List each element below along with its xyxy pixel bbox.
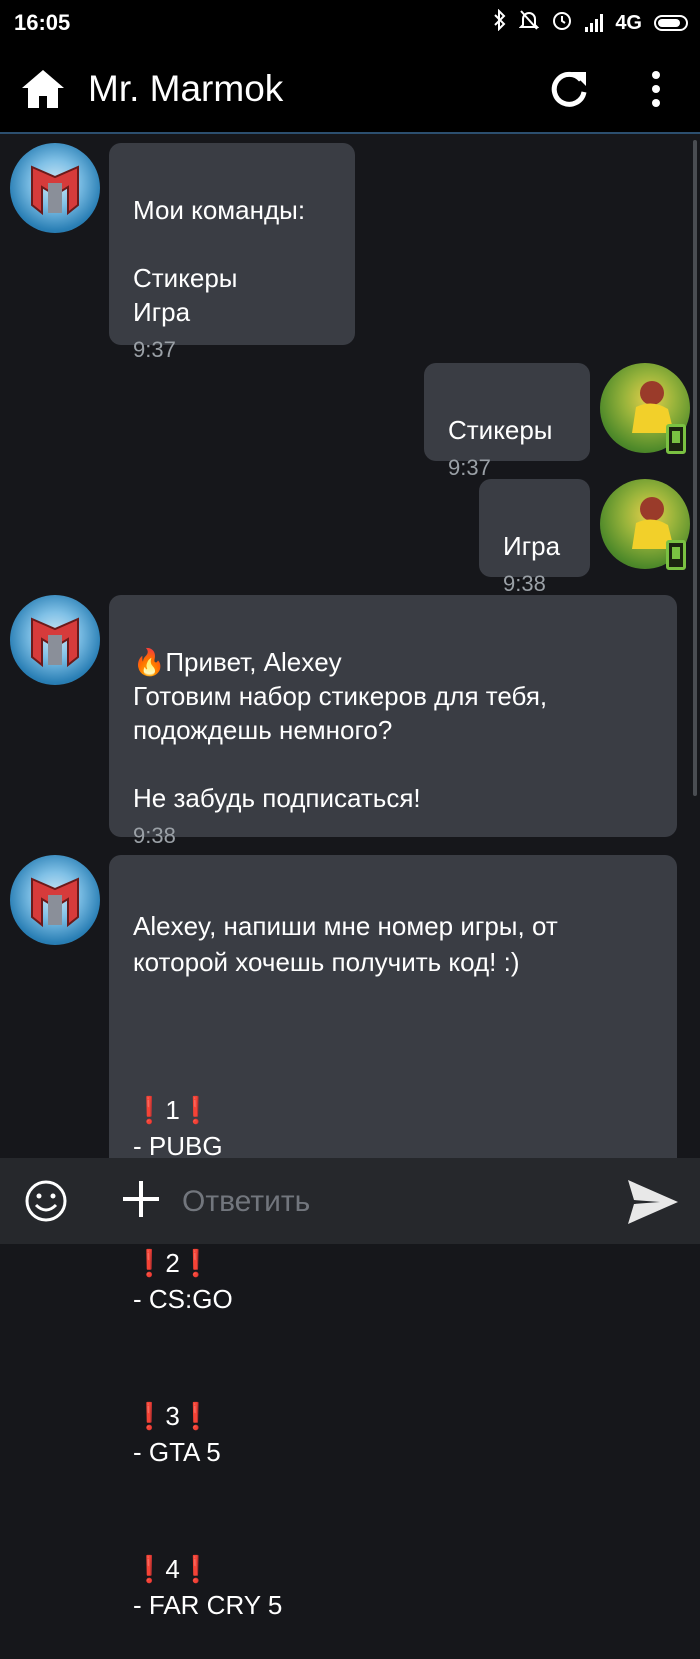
reply-input[interactable] [180, 1174, 604, 1230]
bot-avatar[interactable] [10, 595, 100, 685]
battery-icon [654, 15, 688, 31]
phone-badge-icon [666, 424, 686, 454]
exclamation-icon: ❗ [179, 1248, 213, 1278]
phone-badge-icon [666, 540, 686, 570]
message-bubble: 🔥Привет, Alexey Готовим набор стикеров д… [109, 595, 677, 848]
message-text: 🔥Привет, Alexey Готовим набор стикеров д… [133, 647, 548, 813]
exclamation-icon: ❗ [179, 1401, 213, 1431]
network-type: 4G [615, 11, 642, 34]
message-time: 9:37 [133, 337, 176, 362]
message-text: Стикеры [448, 415, 553, 445]
alarm-icon [551, 9, 573, 37]
scrollbar[interactable] [693, 140, 697, 796]
exclamation-icon: ❗ [179, 1554, 213, 1584]
bluetooth-icon [493, 8, 507, 37]
exclamation-icon: ❗ [133, 1248, 166, 1278]
game-list-item: ❗3❗ - GTA 5 [133, 1401, 221, 1467]
bot-avatar[interactable] [10, 855, 100, 945]
exclamation-icon: ❗ [133, 1554, 166, 1584]
game-list-item: ❗1❗ - PUBG [133, 1095, 223, 1161]
game-list-item: ❗4❗ - FAR CRY 5 [133, 1554, 283, 1620]
chat-title: Mr. Marmok [88, 68, 284, 109]
bell-off-icon [518, 9, 540, 37]
more-options-icon[interactable] [640, 68, 672, 110]
emoji-icon[interactable] [24, 1179, 68, 1223]
signal-icon [585, 14, 604, 32]
status-bar: 16:05 4G [0, 0, 700, 46]
composer-bar [0, 1158, 700, 1244]
attach-plus-icon[interactable] [120, 1178, 162, 1220]
message-text: Мои команды: Стикеры Игра [133, 195, 306, 327]
message-time: 9:38 [133, 823, 176, 848]
exclamation-icon: ❗ [179, 1095, 213, 1125]
home-icon[interactable] [20, 68, 66, 110]
message-text: Alexey, напиши мне номер игры, от которо… [133, 911, 558, 977]
message-bubble: Alexey, напиши мне номер игры, от которо… [109, 855, 677, 1620]
message-bubble: Мои команды: Стикеры Игра 9:37 [109, 143, 355, 362]
message-text: Игра [503, 531, 561, 561]
exclamation-icon: ❗ [133, 1401, 166, 1431]
bot-avatar[interactable] [10, 143, 100, 233]
message-bubble: Игра 9:38 [479, 479, 590, 596]
refresh-icon[interactable] [548, 68, 590, 110]
status-time: 16:05 [14, 10, 71, 35]
exclamation-icon: ❗ [133, 1095, 166, 1125]
app-bar: Mr. Marmok [0, 46, 700, 134]
send-icon[interactable] [626, 1178, 680, 1226]
message-bubble: Стикеры 9:37 [424, 363, 590, 480]
status-icons: 4G [493, 8, 688, 37]
